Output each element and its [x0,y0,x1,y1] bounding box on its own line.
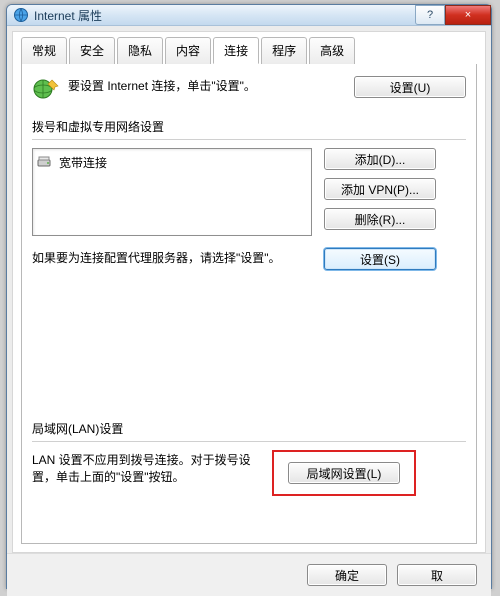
tab-strip: 常规 安全 隐私 内容 连接 程序 高级 [21,37,477,65]
dialup-side-buttons: 添加(D)... 添加 VPN(P)... 删除(R)... [324,148,436,230]
add-button[interactable]: 添加(D)... [324,148,436,170]
dialup-group-label: 拨号和虚拟专用网络设置 [32,118,466,135]
dialup-listbox[interactable]: 宽带连接 [32,148,312,236]
dialog-footer: 确定 取 [7,553,491,596]
dialog-window: Internet 属性 ? × 常规 安全 隐私 内容 连接 程序 高级 [6,4,492,589]
tab-content[interactable]: 内容 [165,37,211,64]
lan-settings-button[interactable]: 局域网设置(L) [288,462,400,484]
setup-row: 要设置 Internet 连接，单击"设置"。 设置(U) [32,76,466,104]
add-vpn-button[interactable]: 添加 VPN(P)... [324,178,436,200]
close-button[interactable]: × [445,5,491,25]
lan-highlight-box: 局域网设置(L) [272,450,416,496]
tab-programs[interactable]: 程序 [261,37,307,64]
cancel-button[interactable]: 取 [397,564,477,586]
lan-row: LAN 设置不应用到拨号连接。对于拨号设置，单击上面的"设置"按钮。 局域网设置… [32,450,466,496]
titlebar[interactable]: Internet 属性 ? × [7,5,491,26]
internet-options-icon [13,7,29,23]
lan-group-label: 局域网(LAN)设置 [32,420,466,437]
tab-security[interactable]: 安全 [69,37,115,64]
tab-connections[interactable]: 连接 [213,37,259,64]
proxy-description: 如果要为连接配置代理服务器，请选择"设置"。 [32,248,312,267]
client-area: 常规 安全 隐私 内容 连接 程序 高级 要设置 Internet 连接，单击"… [12,31,486,553]
tab-body-connections: 要设置 Internet 连接，单击"设置"。 设置(U) 拨号和虚拟专用网络设… [21,64,477,544]
globe-wand-icon [32,76,60,104]
lan-section: 局域网(LAN)设置 LAN 设置不应用到拨号连接。对于拨号设置，单击上面的"设… [32,406,466,496]
lan-description: LAN 设置不应用到拨号连接。对于拨号设置，单击上面的"设置"按钮。 [32,450,262,486]
setup-button[interactable]: 设置(U) [354,76,466,98]
help-button[interactable]: ? [415,5,445,25]
modem-icon [37,155,53,169]
list-item[interactable]: 宽带连接 [37,153,307,171]
window-title: Internet 属性 [34,7,102,24]
divider [32,139,466,140]
tab-privacy[interactable]: 隐私 [117,37,163,64]
dialup-row: 宽带连接 添加(D)... 添加 VPN(P)... 删除(R)... [32,148,466,236]
setup-description: 要设置 Internet 连接，单击"设置"。 [68,76,354,95]
ok-button[interactable]: 确定 [307,564,387,586]
proxy-row: 如果要为连接配置代理服务器，请选择"设置"。 设置(S) [32,248,466,270]
divider [32,441,466,442]
tab-advanced[interactable]: 高级 [309,37,355,64]
tab-general[interactable]: 常规 [21,37,67,64]
proxy-settings-button[interactable]: 设置(S) [324,248,436,270]
remove-button[interactable]: 删除(R)... [324,208,436,230]
titlebar-buttons: ? × [415,5,491,25]
list-item-label: 宽带连接 [59,154,107,171]
